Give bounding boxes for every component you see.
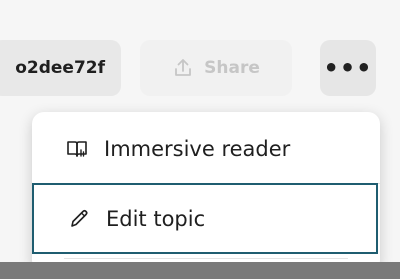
menu-item-edit-topic[interactable]: Edit topic bbox=[32, 183, 378, 254]
pencil-icon bbox=[66, 206, 92, 232]
menu-item-immersive-reader[interactable]: Immersive reader bbox=[32, 112, 380, 186]
menu-divider bbox=[64, 258, 348, 259]
more-horizontal-icon: ••• bbox=[323, 54, 373, 82]
topic-id-label: o2dee72f bbox=[15, 58, 105, 78]
stage: o2dee72f Share ••• Immersive reader Edit… bbox=[0, 0, 400, 279]
bottom-backdrop bbox=[0, 262, 400, 279]
share-button[interactable]: Share bbox=[140, 40, 292, 96]
share-label: Share bbox=[204, 58, 260, 78]
more-options-button[interactable]: ••• bbox=[320, 40, 376, 96]
share-icon bbox=[172, 57, 194, 79]
menu-item-label: Edit topic bbox=[106, 206, 206, 231]
immersive-reader-icon bbox=[64, 136, 90, 162]
context-menu: Immersive reader Edit topic bbox=[32, 112, 380, 272]
topic-id-chip[interactable]: o2dee72f bbox=[0, 40, 121, 96]
menu-item-label: Immersive reader bbox=[104, 137, 291, 161]
